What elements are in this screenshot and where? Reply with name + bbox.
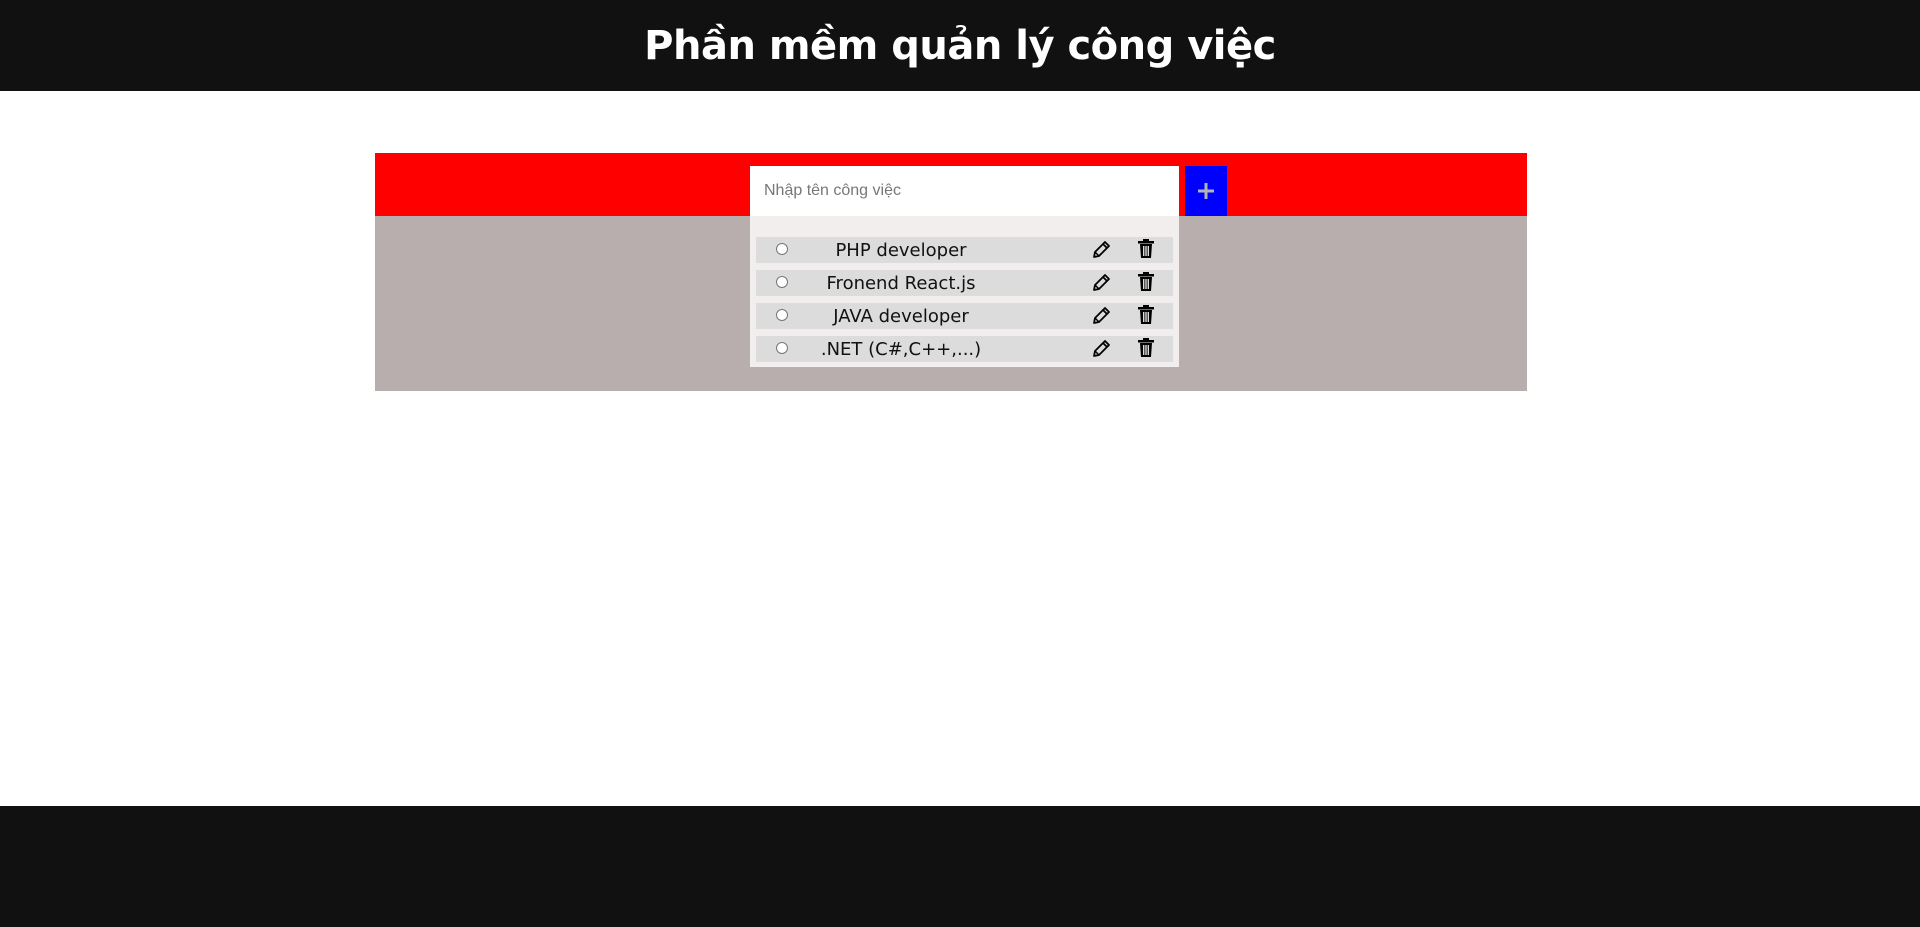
task-complete-radio[interactable] (776, 276, 788, 288)
task-name: .NET (C#,C++,...) (820, 339, 982, 360)
task-name-input[interactable] (750, 166, 1179, 216)
trash-icon[interactable] (1136, 304, 1156, 326)
pencil-icon[interactable] (1090, 272, 1112, 294)
page-title: Phần mềm quản lý công việc (644, 22, 1276, 69)
task-name: PHP developer (835, 240, 967, 261)
trash-icon[interactable] (1136, 337, 1156, 359)
task-list: PHP developer Fronend React.js JAVA deve… (750, 216, 1179, 367)
plus-icon (1198, 183, 1214, 199)
task-row: PHP developer (756, 237, 1173, 263)
app-header: Phần mềm quản lý công việc (0, 0, 1920, 91)
pencil-icon[interactable] (1090, 338, 1112, 360)
task-name: JAVA developer (833, 306, 969, 327)
task-row: JAVA developer (756, 303, 1173, 329)
task-name: Fronend React.js (826, 273, 976, 294)
task-row: .NET (C#,C++,...) (756, 336, 1173, 362)
trash-icon[interactable] (1136, 271, 1156, 293)
task-row: Fronend React.js (756, 270, 1173, 296)
add-task-button[interactable] (1185, 166, 1227, 216)
task-complete-radio[interactable] (776, 309, 788, 321)
task-complete-radio[interactable] (776, 243, 788, 255)
task-complete-radio[interactable] (776, 342, 788, 354)
page-footer (0, 806, 1920, 927)
trash-icon[interactable] (1136, 238, 1156, 260)
pencil-icon[interactable] (1090, 305, 1112, 327)
pencil-icon[interactable] (1090, 239, 1112, 261)
page: Phần mềm quản lý công việc PHP developer (0, 0, 1920, 927)
input-bar (375, 153, 1527, 216)
todo-container: PHP developer Fronend React.js (375, 153, 1527, 391)
